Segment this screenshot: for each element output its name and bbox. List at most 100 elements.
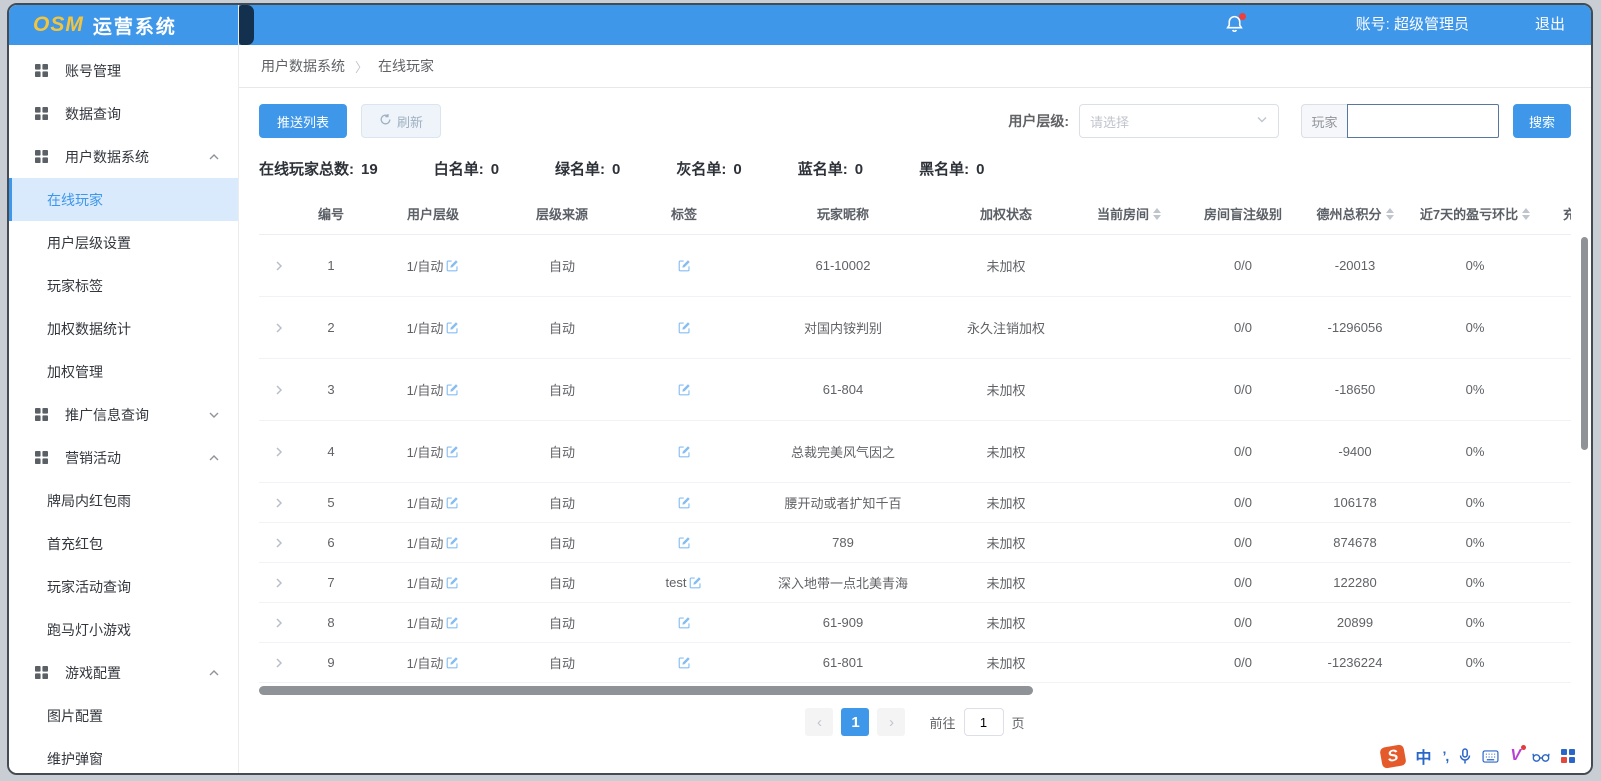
vertical-scrollbar-thumb[interactable] bbox=[1581, 237, 1588, 450]
sidebar-item-weight-management[interactable]: 加权管理 bbox=[9, 350, 238, 393]
sidebar-item-player-tags[interactable]: 玩家标签 bbox=[9, 264, 238, 307]
account-label: 账号: 超级管理员 bbox=[1356, 5, 1469, 45]
push-list-button[interactable]: 推送列表 bbox=[259, 104, 347, 138]
row-expand-icon[interactable] bbox=[273, 657, 285, 669]
col-label: 层级来源 bbox=[536, 204, 588, 223]
row-expand-icon[interactable] bbox=[273, 617, 285, 629]
sidebar-item-online-players[interactable]: 在线玩家 bbox=[9, 178, 238, 221]
voice-input-icon[interactable] bbox=[1459, 748, 1471, 764]
table-row: 51/自动自动腰开动或者扩知千百未加权0/01061780% bbox=[259, 483, 1571, 523]
col-label: 标签 bbox=[671, 204, 697, 223]
sidebar-item-marquee-mini-game[interactable]: 跑马灯小游戏 bbox=[9, 608, 238, 651]
player-search-input[interactable] bbox=[1347, 104, 1499, 138]
toolbox-icon[interactable] bbox=[1532, 750, 1550, 763]
col-label: 当前房间 bbox=[1097, 204, 1149, 223]
edit-icon[interactable] bbox=[446, 445, 459, 458]
sidebar-item-first-charge-red-packet[interactable]: 首充红包 bbox=[9, 522, 238, 565]
search-button[interactable]: 搜索 bbox=[1513, 104, 1571, 138]
edit-icon[interactable] bbox=[446, 536, 459, 549]
edit-icon[interactable] bbox=[678, 496, 691, 509]
col-room[interactable]: 当前房间 bbox=[1073, 204, 1185, 223]
sidebar-item-promo-info-query[interactable]: 推广信息查询 bbox=[9, 393, 238, 436]
cell-blind: 0/0 bbox=[1185, 382, 1301, 397]
table-row: 71/自动自动test深入地带一点北美青海未加权0/01222800% bbox=[259, 563, 1571, 603]
edit-icon[interactable] bbox=[446, 259, 459, 272]
horizontal-scrollbar-thumb[interactable] bbox=[259, 686, 1033, 695]
stat-total-online: 在线玩家总数:19 bbox=[259, 158, 378, 179]
row-expand-icon[interactable] bbox=[273, 384, 285, 396]
row-expand-icon[interactable] bbox=[273, 260, 285, 272]
user-level-filter-label: 用户层级: bbox=[1008, 111, 1069, 131]
edit-icon[interactable] bbox=[446, 496, 459, 509]
page-1-button[interactable]: 1 bbox=[841, 708, 869, 736]
breadcrumb-parent[interactable]: 用户数据系统 bbox=[261, 56, 345, 76]
sidebar-item-data-query[interactable]: 数据查询 bbox=[9, 92, 238, 135]
virtual-keyboard-icon[interactable] bbox=[1482, 750, 1499, 763]
edit-icon[interactable] bbox=[689, 576, 702, 589]
edit-icon[interactable] bbox=[446, 576, 459, 589]
refresh-button[interactable]: 刷新 bbox=[361, 104, 441, 138]
sort-caret-icon[interactable] bbox=[1522, 208, 1530, 220]
sort-caret-icon[interactable] bbox=[1386, 208, 1394, 220]
next-page-button[interactable]: › bbox=[877, 708, 905, 736]
cell-source: 自动 bbox=[549, 318, 575, 337]
row-expand-icon[interactable] bbox=[273, 497, 285, 509]
stat-label: 蓝名单: bbox=[798, 161, 848, 178]
edit-icon[interactable] bbox=[678, 321, 691, 334]
edit-icon[interactable] bbox=[678, 445, 691, 458]
notification-bell-icon[interactable] bbox=[1224, 14, 1246, 36]
punctuation-icon[interactable]: ’, bbox=[1443, 748, 1449, 764]
edit-icon[interactable] bbox=[446, 383, 459, 396]
edit-icon[interactable] bbox=[678, 656, 691, 669]
sidebar-item-user-level-settings[interactable]: 用户层级设置 bbox=[9, 221, 238, 264]
skin-center-icon[interactable]: V bbox=[1510, 747, 1521, 765]
sort-caret-icon[interactable] bbox=[1153, 208, 1161, 220]
cell-source: 自动 bbox=[549, 380, 575, 399]
sogou-logo-icon[interactable]: S bbox=[1381, 746, 1405, 767]
user-level-select[interactable]: 请选择 bbox=[1079, 104, 1279, 138]
cell-score: -18650 bbox=[1301, 382, 1409, 397]
edit-icon[interactable] bbox=[678, 536, 691, 549]
sidebar-item-account-management[interactable]: 账号管理 bbox=[9, 49, 238, 92]
row-expand-icon[interactable] bbox=[273, 446, 285, 458]
cell-tag: test bbox=[666, 575, 687, 590]
chinese-mode-icon[interactable]: 中 bbox=[1416, 744, 1432, 768]
goto-label: 前往 bbox=[929, 713, 955, 732]
sidebar-item-maintenance-popup[interactable]: 维护弹窗 bbox=[9, 737, 238, 775]
sidebar-item-user-data-system[interactable]: 用户数据系统 bbox=[9, 135, 238, 178]
edit-icon[interactable] bbox=[446, 616, 459, 629]
col-ratio[interactable]: 近7天的盈亏环比 bbox=[1409, 204, 1541, 223]
sidebar-item-weight-data-stats[interactable]: 加权数据统计 bbox=[9, 307, 238, 350]
sidebar-item-label: 用户层级设置 bbox=[47, 233, 131, 253]
select-placeholder: 请选择 bbox=[1090, 112, 1256, 131]
sidebar-item-in-game-red-packet-rain[interactable]: 牌局内红包雨 bbox=[9, 479, 238, 522]
logout-button[interactable]: 退出 bbox=[1535, 5, 1565, 45]
edit-icon[interactable] bbox=[678, 616, 691, 629]
sidebar-item-marketing-activities[interactable]: 营销活动 bbox=[9, 436, 238, 479]
more-grid-icon[interactable] bbox=[1561, 749, 1575, 763]
cell-nickname: 对国内铵判别 bbox=[804, 318, 882, 337]
edit-icon[interactable] bbox=[678, 259, 691, 272]
goto-page-input[interactable] bbox=[964, 708, 1004, 736]
prev-page-button[interactable]: ‹ bbox=[805, 708, 833, 736]
cell-weight_status: 未加权 bbox=[986, 653, 1025, 672]
sidebar-item-game-config[interactable]: 游戏配置 bbox=[9, 651, 238, 694]
row-expand-icon[interactable] bbox=[273, 537, 285, 549]
cell-blind: 0/0 bbox=[1234, 615, 1252, 630]
cell-blind: 0/0 bbox=[1185, 535, 1301, 550]
cell-nickname: 深入地带一点北美青海 bbox=[778, 573, 908, 592]
stats-row: 在线玩家总数:19白名单:0绿名单:0灰名单:0蓝名单:0黑名单:0 bbox=[259, 158, 1571, 179]
edit-icon[interactable] bbox=[678, 383, 691, 396]
col-label: 用户层级 bbox=[407, 204, 459, 223]
chevron-down-icon bbox=[208, 409, 220, 421]
row-expand-icon[interactable] bbox=[273, 322, 285, 334]
row-expand-icon[interactable] bbox=[273, 577, 285, 589]
col-score[interactable]: 德州总积分 bbox=[1301, 204, 1409, 223]
cell-ratio: 0% bbox=[1409, 615, 1541, 630]
edit-icon[interactable] bbox=[446, 656, 459, 669]
edit-icon[interactable] bbox=[446, 321, 459, 334]
sidebar-item-label: 首充红包 bbox=[47, 534, 103, 554]
sidebar-item-player-activity-query[interactable]: 玩家活动查询 bbox=[9, 565, 238, 608]
sidebar-item-image-config[interactable]: 图片配置 bbox=[9, 694, 238, 737]
cell-level: 1/自动 bbox=[407, 533, 444, 552]
